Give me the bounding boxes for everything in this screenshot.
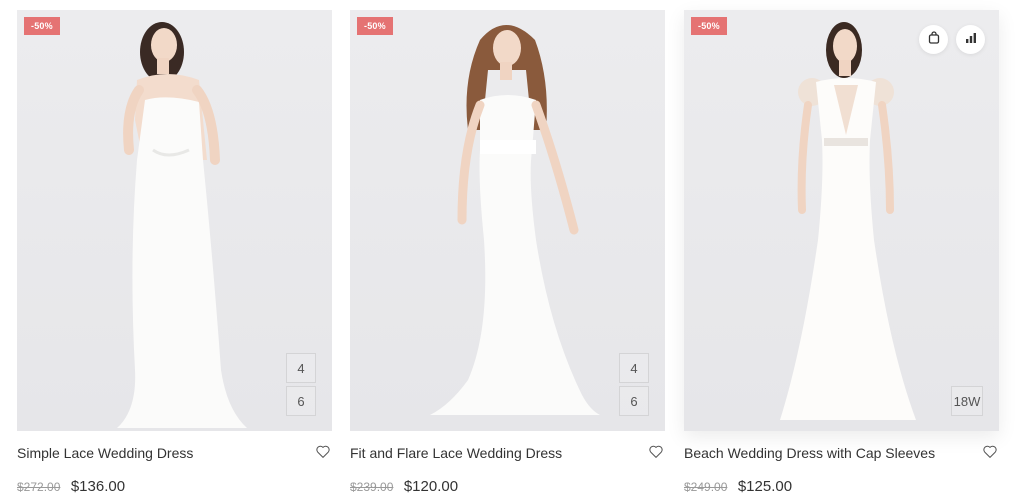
discount-badge: -50% (357, 17, 393, 35)
product-card[interactable]: -50% 4 6 Simple Lace Wedding Dress $272.… (17, 10, 332, 498)
product-title[interactable]: Fit and Flare Lace Wedding Dress (350, 445, 562, 461)
product-image[interactable]: -50% 4 6 (17, 10, 332, 431)
size-option[interactable]: 6 (619, 386, 649, 416)
quick-actions (919, 25, 985, 54)
product-image[interactable]: -50% 18W (684, 10, 999, 431)
product-title[interactable]: Simple Lace Wedding Dress (17, 445, 193, 461)
product-card[interactable]: -50% 4 6 Fit and Flare Lace Wedding Dres… (350, 10, 665, 498)
sale-price: $120.00 (403, 478, 459, 495)
model-photo (430, 25, 600, 415)
size-options: 4 6 (619, 353, 649, 416)
product-title[interactable]: Beach Wedding Dress with Cap Sleeves (684, 445, 935, 461)
size-option[interactable]: 4 (286, 353, 316, 383)
size-option[interactable]: 4 (619, 353, 649, 383)
discount-badge: -50% (691, 17, 727, 35)
discount-badge: -50% (24, 17, 60, 35)
old-price: $272.00 (17, 480, 61, 494)
product-info: Simple Lace Wedding Dress $272.00 $136.0… (17, 431, 332, 498)
product-grid: -50% 4 6 Simple Lace Wedding Dress $272.… (0, 0, 1017, 498)
product-image[interactable]: -50% 4 6 (350, 10, 665, 431)
product-info: Beach Wedding Dress with Cap Sleeves $24… (684, 431, 999, 498)
shopping-bag-icon (928, 30, 940, 49)
product-info: Fit and Flare Lace Wedding Dress $239.00… (350, 431, 665, 498)
add-to-cart-button[interactable] (919, 25, 948, 54)
size-options: 4 6 (286, 353, 316, 416)
sale-price: $136.00 (70, 478, 126, 495)
size-option[interactable]: 18W (951, 386, 983, 416)
price-row: $249.00 $125.00 (684, 478, 792, 496)
old-price: $249.00 (684, 480, 728, 494)
size-option[interactable]: 6 (286, 386, 316, 416)
model-photo (780, 22, 916, 420)
size-options: 18W (951, 386, 983, 416)
heart-icon[interactable] (649, 445, 663, 463)
compare-button[interactable] (956, 25, 985, 54)
price-row: $272.00 $136.00 (17, 478, 125, 496)
product-card[interactable]: -50% 18W Beach Wedding Dress with Cap Sl… (684, 10, 999, 498)
heart-icon[interactable] (316, 445, 330, 463)
compare-chart-icon (965, 31, 977, 49)
model-photo (117, 22, 247, 428)
old-price: $239.00 (350, 480, 394, 494)
sale-price: $125.00 (737, 478, 793, 495)
heart-icon[interactable] (983, 445, 997, 463)
price-row: $239.00 $120.00 (350, 478, 458, 496)
